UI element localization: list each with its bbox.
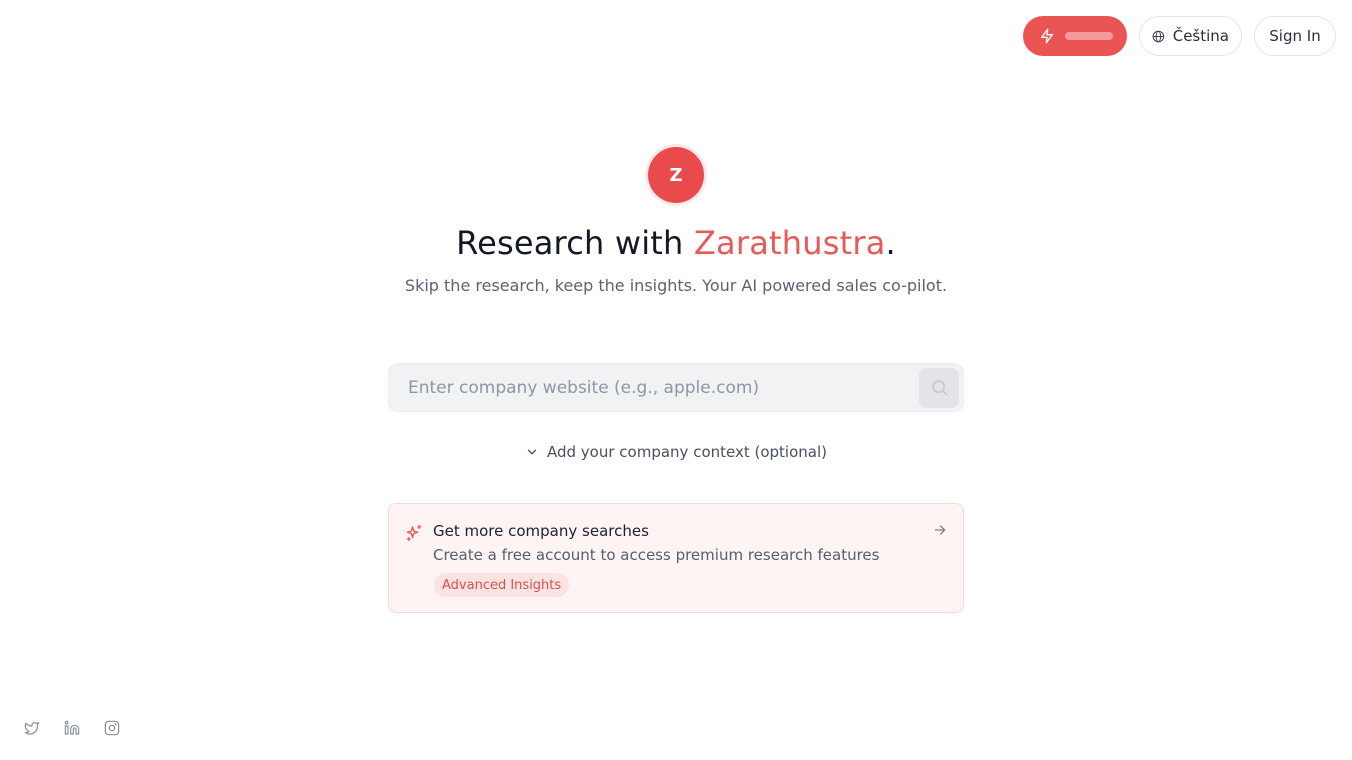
- globe-icon: [1152, 30, 1165, 42]
- sign-in-button[interactable]: Sign In: [1254, 16, 1336, 56]
- page-title: Research with Zarathustra.: [0, 224, 1352, 262]
- promo-tag: Advanced Insights: [434, 573, 570, 597]
- page: Čeština Sign In Z Research with Zarathus…: [0, 0, 1352, 760]
- search-icon: [931, 380, 947, 396]
- title-suffix: .: [885, 224, 896, 262]
- company-context-toggle[interactable]: Add your company context (optional): [0, 443, 1352, 461]
- search-button[interactable]: [919, 367, 959, 408]
- arrow-right-icon: [934, 525, 946, 535]
- title-prefix: Research with: [456, 224, 694, 262]
- social-links: [24, 720, 120, 736]
- language-label: Čeština: [1172, 27, 1229, 45]
- credits-loading-placeholder: [1065, 32, 1113, 40]
- promo-title: Get more company searches: [433, 522, 649, 540]
- page-subtitle: Skip the research, keep the insights. Yo…: [404, 276, 948, 295]
- signup-promo-card[interactable]: Get more company searches Create a free …: [388, 503, 964, 613]
- logo-letter: Z: [669, 164, 683, 186]
- instagram-icon[interactable]: [104, 720, 120, 736]
- company-website-input[interactable]: [389, 364, 919, 411]
- search-bar: [388, 363, 964, 412]
- credits-button[interactable]: [1023, 16, 1127, 56]
- sparkles-icon: [406, 524, 422, 542]
- bolt-icon: [1041, 28, 1053, 44]
- top-bar: Čeština Sign In: [1023, 16, 1336, 56]
- company-context-label: Add your company context (optional): [546, 443, 827, 461]
- twitter-icon[interactable]: [24, 720, 40, 736]
- app-logo: Z: [648, 147, 704, 203]
- promo-description: Create a free account to access premium …: [433, 546, 880, 564]
- linkedin-icon[interactable]: [64, 720, 80, 736]
- language-selector[interactable]: Čeština: [1139, 16, 1242, 56]
- title-brand: Zarathustra: [693, 224, 886, 262]
- chevron-down-icon: [527, 449, 537, 455]
